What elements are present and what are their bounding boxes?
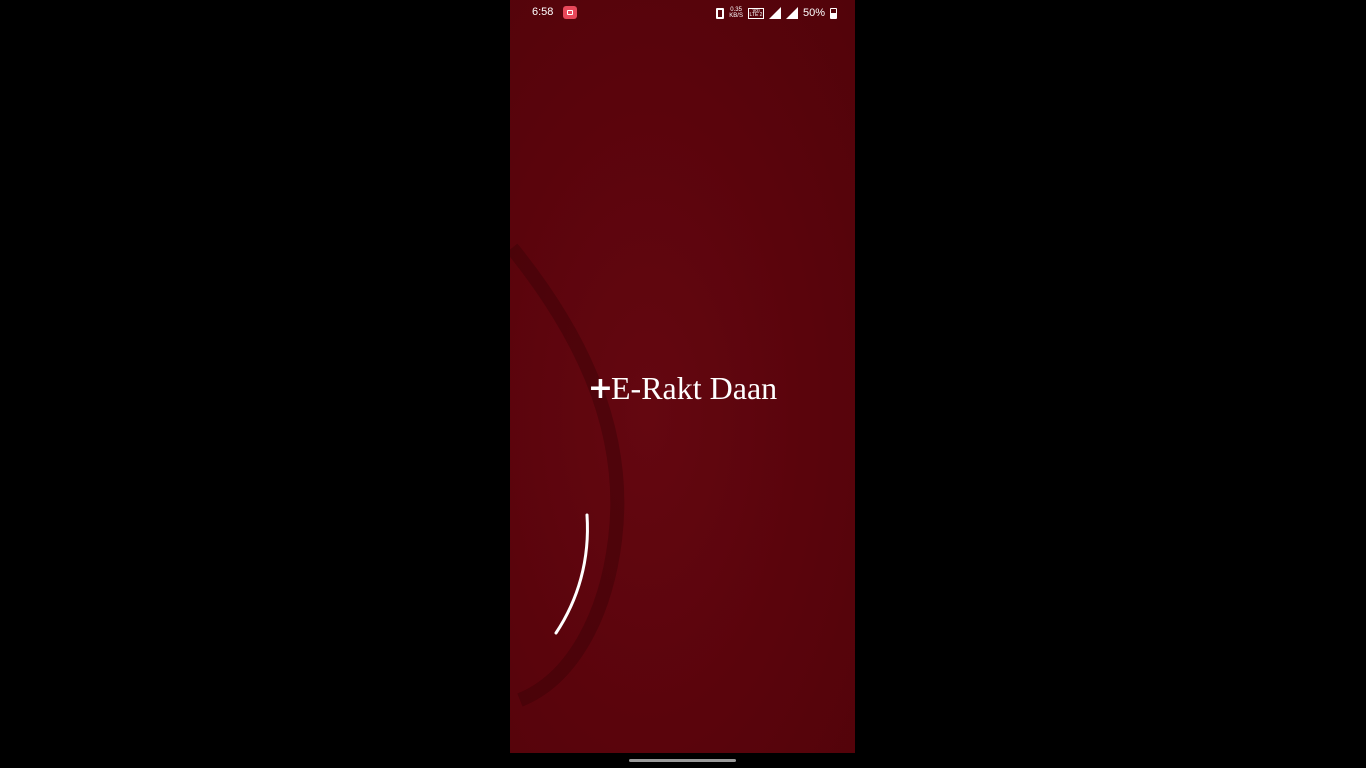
app-name: E-Rakt Daan — [610, 370, 778, 406]
phone-screen: 6:58 0.35 KB/S Vo) LTE 2 50% +E-Rakt Daa… — [510, 0, 855, 753]
screen-stage: 6:58 0.35 KB/S Vo) LTE 2 50% +E-Rakt Daa… — [0, 0, 1366, 768]
shadow-arc — [510, 243, 625, 707]
plus-icon: + — [587, 371, 613, 406]
app-title: +E-Rakt Daan — [510, 370, 855, 407]
home-indicator[interactable] — [629, 759, 736, 762]
highlight-arc — [554, 513, 589, 635]
